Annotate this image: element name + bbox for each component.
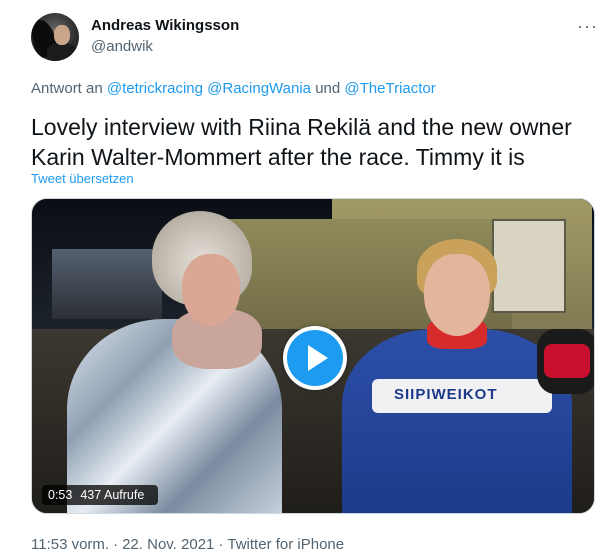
tweet-footer: 11:53 vorm. · 22. Nov. 2021 · Twitter for iP… (31, 536, 344, 553)
mention-link-racingwania[interactable]: @RacingWania (207, 80, 311, 97)
tweet-text-line: Karin Walter-Mommert after the race. Tim… (31, 144, 525, 170)
tweet-source[interactable]: Twitter for iPhone (227, 536, 344, 553)
reply-prefix: Antwort an (31, 80, 107, 97)
video-view-count: 437 Aufrufe (80, 488, 145, 502)
author-avatar[interactable] (31, 13, 79, 61)
video-player[interactable]: SIIPIWEIKOT 0:53 437 Aufrufe (31, 198, 595, 514)
tweet-text: Lovely interview with Riina Rekilä and t… (31, 112, 591, 172)
interviewee-left-face (182, 254, 240, 326)
reply-conjunction: und (311, 80, 345, 97)
video-stats-badge: 0:53 437 Aufrufe (42, 485, 159, 505)
avatar-coat (47, 43, 77, 61)
interviewee-right-face (424, 254, 490, 336)
more-options-icon[interactable]: ··· (577, 16, 598, 37)
microphone-flag (544, 344, 590, 378)
reply-context: Antwort an @tetrickracing @RacingWania u… (31, 80, 436, 97)
tweet-date[interactable]: 22. Nov. 2021 (122, 536, 214, 553)
footer-separator: · (113, 536, 119, 553)
author-handle[interactable]: @andwik (91, 38, 153, 55)
footer-separator: · (218, 536, 224, 553)
avatar-face (54, 25, 70, 45)
video-duration: 0:53 (48, 488, 73, 502)
author-name[interactable]: Andreas Wikingsson (91, 17, 239, 34)
play-button[interactable] (287, 330, 343, 386)
mention-link-thetriactor[interactable]: @TheTriactor (344, 80, 435, 97)
tweet-text-line: Lovely interview with Riina Rekilä and t… (31, 114, 572, 140)
tweet-time[interactable]: 11:53 vorm. (31, 536, 109, 553)
jacket-logo: SIIPIWEIKOT (394, 386, 498, 403)
video-background-house (52, 249, 162, 319)
translate-tweet-link[interactable]: Tweet übersetzen (31, 171, 134, 186)
play-icon (308, 345, 328, 371)
mention-link-tetrickracing[interactable]: @tetrickracing (107, 80, 203, 97)
video-door (492, 219, 566, 313)
